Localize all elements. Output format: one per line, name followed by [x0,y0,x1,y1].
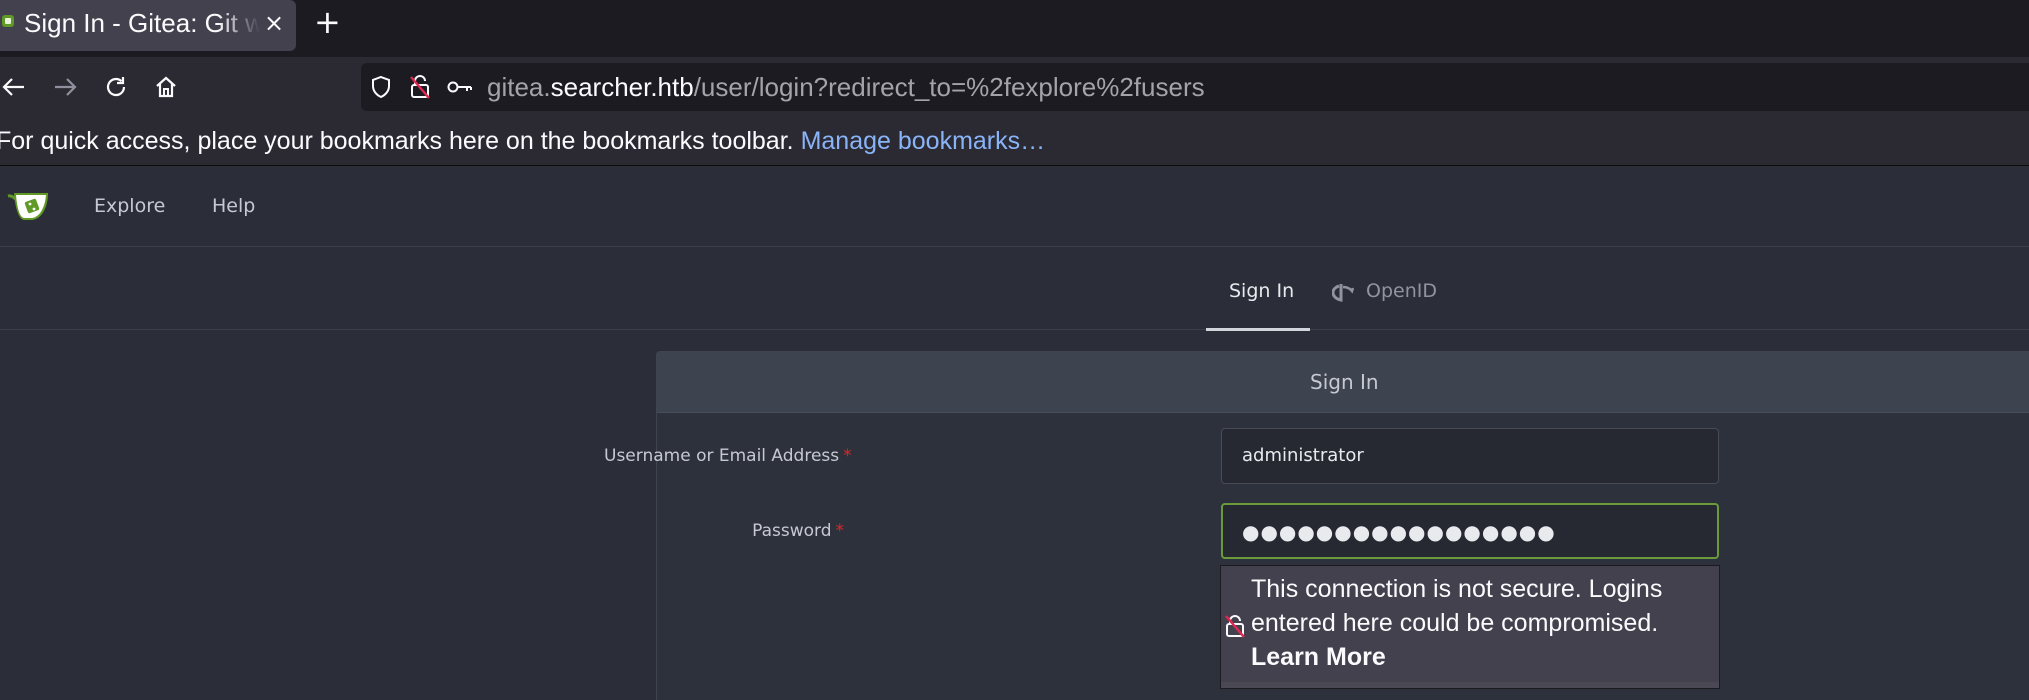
browser-tab[interactable]: Sign In - Gitea: Git with a cup of tea × [0,0,296,51]
key-icon[interactable] [447,63,473,111]
url-prefix: gitea. [487,72,551,102]
insecure-lock-icon [1225,614,1245,642]
tab-openid-label: OpenID [1366,280,1437,302]
username-field[interactable]: administrator [1221,428,1719,484]
close-tab-icon[interactable]: × [264,6,284,40]
arrow-left-icon [2,78,24,96]
required-marker: * [843,446,852,466]
tab-title: Sign In - Gitea: Git with a cup of tea [24,8,260,38]
home-button[interactable] [151,57,181,117]
shield-icon [372,75,390,99]
gitea-page: Explore Help Sign In OpenID Sign In User… [0,166,2029,700]
nav-explore[interactable]: Explore [94,193,165,219]
insecure-login-warning-popup: This connection is not secure. Logins en… [1220,565,1720,689]
gitea-logo-icon[interactable] [6,190,52,228]
required-marker: * [835,521,845,541]
password-label: Password * [752,521,845,541]
warning-line-1: This connection is not secure. Logins [1251,575,1663,603]
card-header: Sign In [657,352,2029,413]
back-button[interactable] [0,57,28,117]
password-field[interactable]: ●●●●●●●●●●●●●●●●● [1221,503,1719,559]
active-tab-indicator [1206,328,1310,331]
auth-tabs: Sign In OpenID [0,248,2029,331]
url-path: /user/login?redirect_to=%2fexplore%2fuse… [693,72,1205,102]
sign-in-card: Sign In Username or Email Address * admin… [604,351,2029,700]
tracking-protection-icon[interactable] [370,63,392,111]
manage-bookmarks-link[interactable]: Manage bookmarks… [801,127,1046,155]
address-bar[interactable]: gitea.searcher.htb/user/login?redirect_t… [361,63,2029,111]
tab-sign-in[interactable]: Sign In [1206,248,1310,331]
reload-button[interactable] [101,57,131,117]
warning-line-2: entered here could be compromised. [1251,609,1659,637]
forward-button[interactable] [50,57,80,117]
browser-tab-strip: Sign In - Gitea: Git with a cup of tea ×… [0,0,2029,57]
tab-sign-in-label: Sign In [1229,280,1295,302]
url-text[interactable]: gitea.searcher.htb/user/login?redirect_t… [487,63,1205,111]
home-icon [156,76,176,98]
tab-openid[interactable]: OpenID [1332,278,1437,304]
reload-icon [106,77,126,97]
insecure-lock-icon[interactable] [409,63,431,111]
bookmarks-hint-text: For quick access, place your bookmarks h… [0,127,801,155]
nav-help[interactable]: Help [212,193,255,219]
learn-more-link[interactable]: Learn More [1251,640,1711,674]
card-title: Sign In [1310,370,1379,394]
username-label: Username or Email Address * [604,446,852,466]
openid-icon [1332,284,1354,302]
gitea-navbar: Explore Help [0,166,2029,247]
gitea-favicon-icon [2,15,14,27]
bookmarks-toolbar: For quick access, place your bookmarks h… [0,117,2029,166]
new-tab-button[interactable]: + [314,4,341,40]
url-host: searcher.htb [550,72,694,102]
browser-navigation-toolbar: gitea.searcher.htb/user/login?redirect_t… [0,57,2029,117]
arrow-right-icon [55,78,77,96]
